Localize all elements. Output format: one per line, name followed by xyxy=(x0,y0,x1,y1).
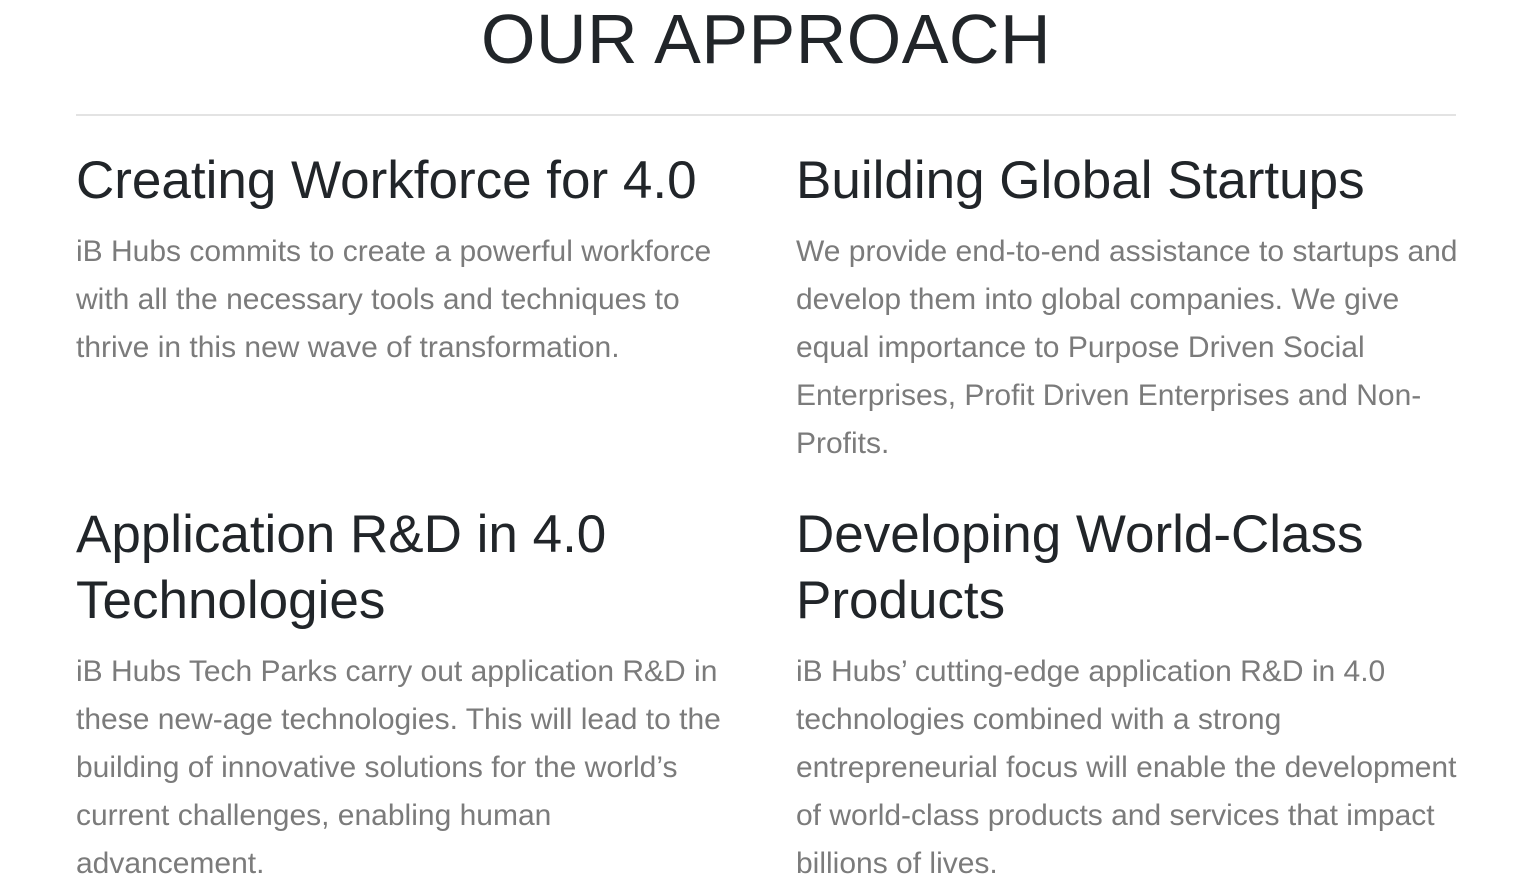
card-heading: Application R&D in 4.0 Technologies xyxy=(76,505,607,630)
card-description: iB Hubs’ cutting-edge application R&D in… xyxy=(796,655,1457,880)
card-heading: Building Global Startups xyxy=(796,151,1365,210)
card-heading: Creating Workforce for 4.0 xyxy=(76,151,697,210)
approach-card-products: Developing World-Class Products iB Hubs’… xyxy=(796,502,1466,888)
approach-card-workforce: Creating Workforce for 4.0 iB Hubs commi… xyxy=(76,148,746,372)
approach-card-startups: Building Global Startups We provide end-… xyxy=(796,148,1466,468)
card-description: We provide end-to-end assistance to star… xyxy=(796,235,1458,460)
section-divider xyxy=(76,114,1456,116)
section-title: OUR APPROACH xyxy=(481,0,1051,78)
card-heading: Developing World-Class Products xyxy=(796,505,1364,630)
card-description: iB Hubs Tech Parks carry out application… xyxy=(76,655,721,880)
card-description: iB Hubs commits to create a powerful wor… xyxy=(76,235,712,364)
approach-card-rnd: Application R&D in 4.0 Technologies iB H… xyxy=(76,502,746,888)
